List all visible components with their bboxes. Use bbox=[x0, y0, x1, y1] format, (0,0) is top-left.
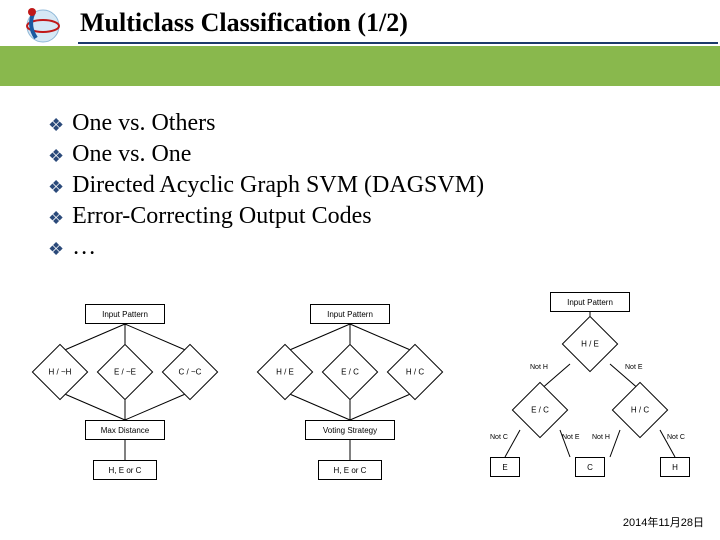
bullet-icon: ❖ bbox=[48, 115, 64, 136]
d3-edge-not-h: Not H bbox=[530, 364, 548, 371]
d3-out-e: E bbox=[490, 457, 520, 477]
bullet-icon: ❖ bbox=[48, 177, 64, 198]
bullet-text: One vs. Others bbox=[72, 110, 215, 137]
d1-input-box: Input Pattern bbox=[85, 304, 165, 324]
footer-date: 2014年11月28日 bbox=[623, 514, 704, 530]
d1-node2-label: E / ~E bbox=[100, 368, 150, 377]
bullet-text: Error-Correcting Output Codes bbox=[72, 203, 371, 230]
list-item: ❖ Error-Correcting Output Codes bbox=[48, 203, 672, 230]
d1-output-box: H, E or C bbox=[93, 460, 157, 480]
d2-output-box: H, E or C bbox=[318, 460, 382, 480]
title-underline bbox=[78, 42, 718, 44]
list-item: ❖… bbox=[48, 234, 672, 261]
diagrams-area: Input Pattern H / ~H E / ~E C / ~C Max D… bbox=[0, 302, 720, 502]
d3-input-box: Input Pattern bbox=[550, 292, 630, 312]
d3-edge-note2: Not E bbox=[562, 434, 580, 441]
d3-edge-noth2: Not H bbox=[592, 434, 610, 441]
bullet-icon: ❖ bbox=[48, 239, 64, 260]
d3-root-label: H / E bbox=[565, 340, 615, 349]
istic-logo bbox=[18, 4, 68, 48]
slide-header: Multiclass Classification (1/2) bbox=[0, 0, 720, 86]
d1-node3-label: C / ~C bbox=[165, 368, 215, 377]
bullet-text: Directed Acyclic Graph SVM (DAGSVM) bbox=[72, 172, 484, 199]
d2-agg-box: Voting Strategy bbox=[305, 420, 395, 440]
d3-edge-not-e: Not E bbox=[625, 364, 643, 371]
d1-agg-box: Max Distance bbox=[85, 420, 165, 440]
title-bar: Multiclass Classification (1/2) bbox=[0, 0, 720, 46]
bullet-icon: ❖ bbox=[48, 146, 64, 167]
diagram-one-vs-others: Input Pattern H / ~H E / ~E C / ~C Max D… bbox=[20, 302, 230, 492]
d3-left-label: E / C bbox=[515, 406, 565, 415]
slide-title: Multiclass Classification (1/2) bbox=[80, 8, 408, 38]
d1-node1-label: H / ~H bbox=[35, 368, 85, 377]
slide-content: ❖ One vs. Others ❖ One vs. One ❖ Directed A… bbox=[0, 86, 720, 261]
d3-out-c: C bbox=[575, 457, 605, 477]
diagram-one-vs-one: Input Pattern H / E E / C H / C Voting S… bbox=[245, 302, 455, 492]
d2-input-box: Input Pattern bbox=[310, 304, 390, 324]
d2-node1-label: H / E bbox=[260, 368, 310, 377]
d3-edge-notc2: Not C bbox=[667, 434, 685, 441]
bullet-text: … bbox=[72, 234, 96, 261]
list-item: ❖ Directed Acyclic Graph SVM (DAGSVM) bbox=[48, 172, 672, 199]
d2-node2-label: E / C bbox=[325, 368, 375, 377]
d3-right-label: H / C bbox=[615, 406, 665, 415]
bullet-text: One vs. One bbox=[72, 141, 191, 168]
d3-out-h: H bbox=[660, 457, 690, 477]
d2-node3-label: H / C bbox=[390, 368, 440, 377]
bullet-list: ❖ One vs. Others ❖ One vs. One ❖ Directed A… bbox=[48, 110, 672, 261]
bullet-icon: ❖ bbox=[48, 208, 64, 229]
diagram-dagsvm: Input Pattern H / E Not H Not E E / C H … bbox=[470, 292, 710, 497]
list-item: ❖ One vs. One bbox=[48, 141, 672, 168]
d3-edge-notc: Not C bbox=[490, 434, 508, 441]
green-band bbox=[0, 46, 720, 86]
list-item: ❖ One vs. Others bbox=[48, 110, 672, 137]
